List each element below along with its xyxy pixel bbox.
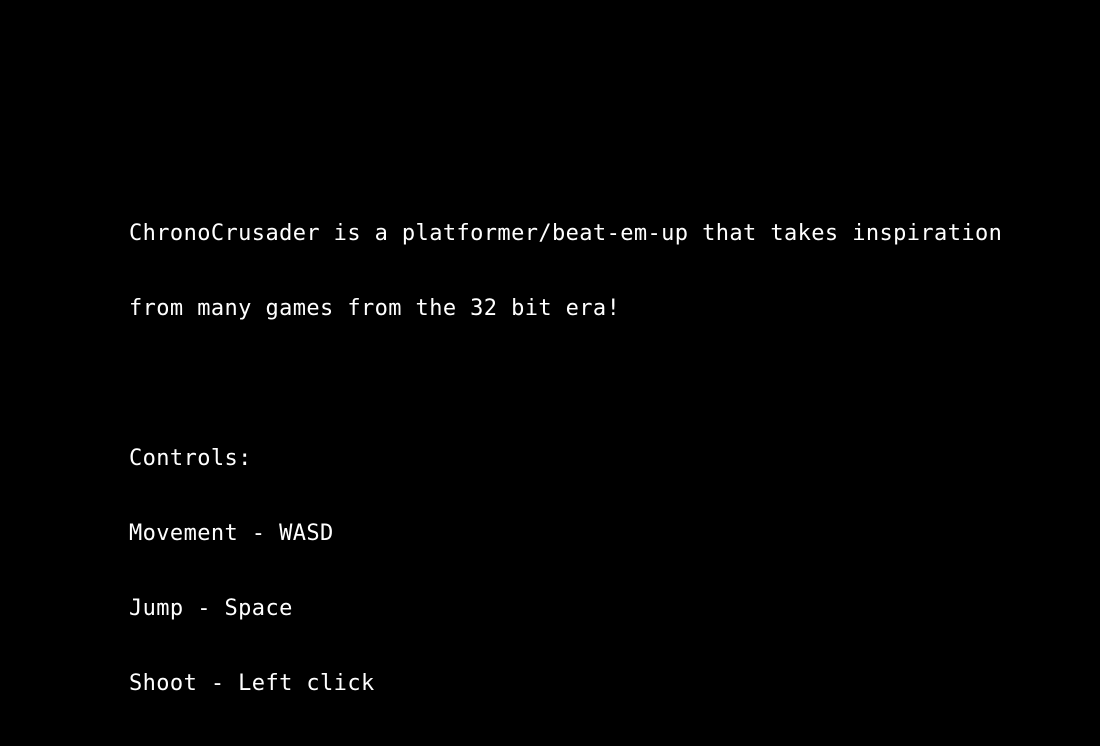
description-line-2: from many games from the 32 bit era! [129,296,621,321]
info-text-block: ChronoCrusader is a platformer/beat-em-u… [129,171,1002,746]
control-movement: Movement - WASD [129,521,334,546]
controls-heading: Controls: [129,446,252,471]
control-shoot: Shoot - Left click [129,671,375,696]
description-line-1: ChronoCrusader is a platformer/beat-em-u… [129,221,1003,246]
control-jump: Jump - Space [129,596,293,621]
game-info-screen: ChronoCrusader is a platformer/beat-em-u… [0,0,1100,696]
